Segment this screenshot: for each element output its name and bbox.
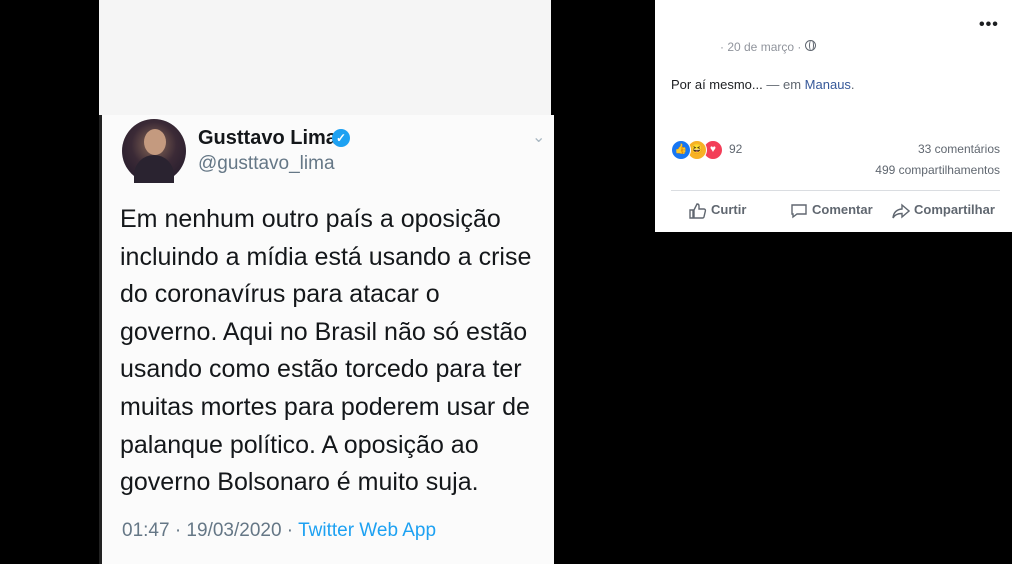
comment-button[interactable]: Comentar bbox=[790, 202, 873, 219]
share-arrow-icon bbox=[892, 203, 910, 219]
comment-bubble-icon bbox=[791, 203, 807, 218]
photo-border bbox=[551, 0, 655, 564]
share-label: Compartilhar bbox=[914, 202, 995, 217]
verified-badge-icon: ✓ bbox=[332, 129, 350, 147]
tweet-timestamp: 01:47 · 19/03/2020 · bbox=[122, 520, 294, 541]
tweet-meta: 01:47 · 19/03/2020 · Twitter Web App bbox=[122, 520, 436, 542]
avatar-body bbox=[134, 155, 174, 183]
globe-icon bbox=[805, 40, 816, 51]
actions-divider bbox=[671, 190, 1000, 191]
share-button[interactable]: Compartilhar bbox=[892, 202, 995, 219]
shares-count[interactable]: 499 compartilhamentos bbox=[875, 163, 1000, 177]
post-location-link[interactable]: Manaus bbox=[805, 77, 851, 92]
chevron-down-icon: ⌄ bbox=[532, 129, 546, 146]
photo-blank-strip bbox=[99, 0, 551, 115]
post-location-prefix: — em bbox=[766, 77, 802, 92]
tweet-text: Em nenhum outro país a oposição incluind… bbox=[120, 205, 532, 497]
like-reaction-icon: 👍 bbox=[671, 140, 691, 160]
thumbs-up-icon bbox=[689, 202, 707, 219]
post-date[interactable]: · 20 de março · bbox=[720, 40, 801, 54]
post-photo[interactable]: Gusttavo Lima ✓ @gusttavo_lima ⌄ Em nenh… bbox=[99, 0, 655, 564]
comments-count[interactable]: 33 comentários bbox=[918, 142, 1000, 156]
post-side-panel: · 20 de março · ••• Por aí mesmo... — em… bbox=[655, 0, 1012, 232]
tweet-screenshot: Gusttavo Lima ✓ @gusttavo_lima ⌄ Em nenh… bbox=[99, 115, 554, 564]
tweet-source: Twitter Web App bbox=[298, 520, 437, 541]
more-options-icon[interactable]: ••• bbox=[979, 16, 999, 34]
post-caption-text: Por aí mesmo... bbox=[671, 77, 763, 92]
post-location-suffix: . bbox=[850, 77, 855, 92]
like-label: Curtir bbox=[711, 202, 747, 217]
avatar bbox=[122, 119, 186, 183]
post-caption: Por aí mesmo... — em Manaus. bbox=[671, 77, 855, 92]
tweet-author-name: Gusttavo Lima bbox=[198, 127, 337, 149]
comment-label: Comentar bbox=[812, 202, 873, 217]
reaction-count[interactable]: 92 bbox=[729, 142, 742, 156]
like-button[interactable]: Curtir bbox=[689, 202, 746, 219]
tweet-author-handle: @gusttavo_lima bbox=[198, 153, 335, 174]
avatar-head bbox=[144, 129, 166, 155]
